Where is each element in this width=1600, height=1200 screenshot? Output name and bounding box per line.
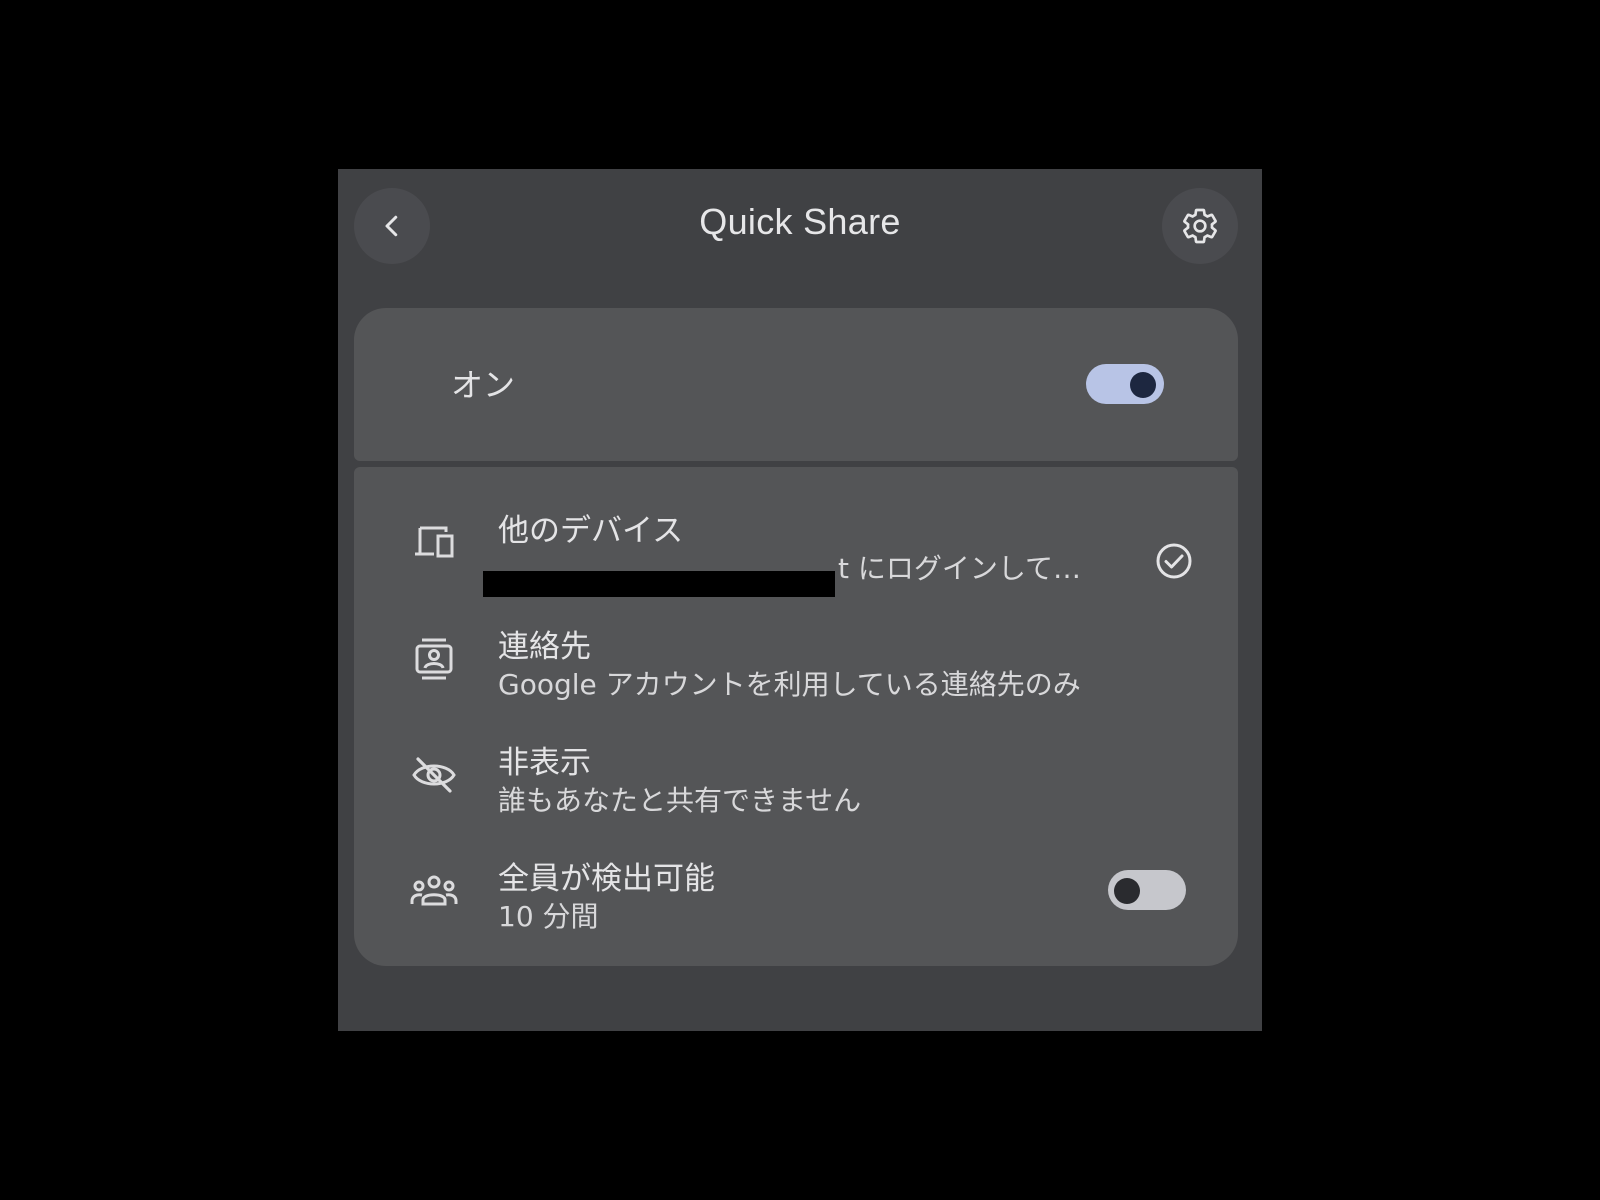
contacts-icon [408, 637, 460, 681]
gear-icon [1183, 208, 1217, 244]
option-title: 非表示 [498, 745, 591, 781]
option-subtitle: t にログインして… [838, 552, 1082, 585]
everyone-toggle[interactable] [1108, 870, 1186, 910]
enable-label: オン [451, 366, 516, 404]
toggle-knob [1130, 372, 1156, 398]
option-contacts[interactable]: 連絡先 Google アカウントを利用している連絡先のみ [354, 603, 1238, 713]
option-title: 他のデバイス [498, 513, 684, 549]
option-title: 連絡先 [498, 629, 591, 665]
option-subtitle: Google アカウントを利用している連絡先のみ [498, 668, 1081, 701]
page-title: Quick Share [699, 201, 901, 242]
quick-share-panel: Quick Share オン 他のデバイス t にログインして… 連絡先 Goo… [338, 169, 1262, 1031]
enable-card: オン [354, 308, 1238, 461]
settings-button[interactable] [1162, 188, 1238, 264]
devices-icon [408, 521, 460, 565]
option-subtitle: 10 分間 [498, 900, 599, 933]
check-circle-icon [1156, 543, 1192, 579]
group-icon [408, 869, 460, 913]
option-hidden[interactable]: 非表示 誰もあなたと共有できません [354, 719, 1238, 829]
toggle-knob [1114, 878, 1140, 904]
option-your-devices[interactable]: 他のデバイス t にログインして… [354, 487, 1238, 597]
visibility-options-card: 他のデバイス t にログインして… 連絡先 Google アカウントを利用してい… [354, 467, 1238, 966]
option-subtitle: 誰もあなたと共有できません [498, 784, 862, 817]
redaction-bar [483, 571, 835, 597]
eye-off-icon [408, 753, 460, 797]
enable-toggle[interactable] [1086, 364, 1164, 404]
option-title: 全員が検出可能 [498, 861, 715, 897]
option-everyone[interactable]: 全員が検出可能 10 分間 [354, 835, 1238, 945]
